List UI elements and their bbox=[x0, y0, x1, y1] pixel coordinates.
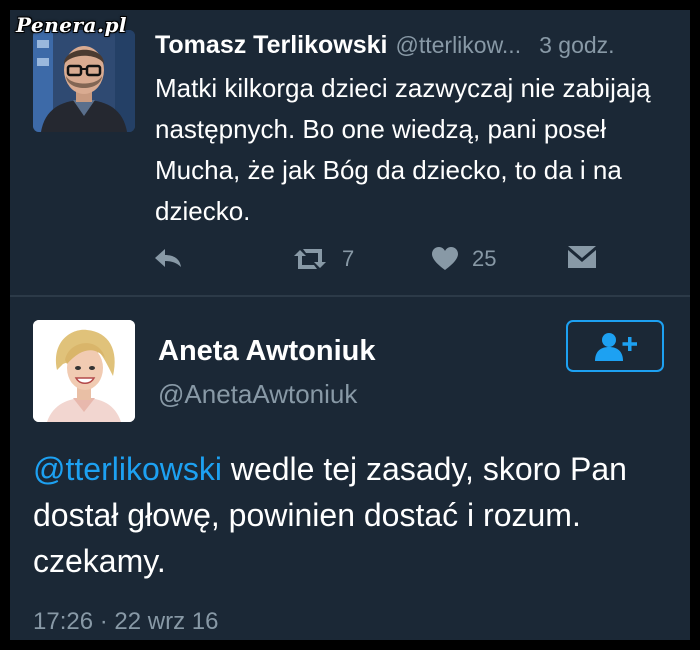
tweet-card: Tomasz Terlikowski @tterlikow... 3 godz. M… bbox=[10, 10, 690, 640]
retweet-icon bbox=[294, 249, 326, 269]
heart-icon bbox=[432, 247, 458, 270]
like-button[interactable]: 25 bbox=[432, 246, 496, 272]
divider bbox=[10, 295, 690, 297]
tweet2-timestamp[interactable]: 17:26 · 22 wrz 16 bbox=[33, 608, 218, 636]
envelope-icon bbox=[568, 246, 596, 268]
avatar-tomasz-terlikowski[interactable] bbox=[33, 30, 135, 132]
avatar-aneta-awtoniuk[interactable] bbox=[33, 320, 135, 422]
watermark-logo: Penera.pl bbox=[16, 13, 128, 37]
tweet1-handle[interactable]: @tterlikow... bbox=[395, 32, 521, 58]
add-user-icon bbox=[595, 333, 637, 361]
tweet1-time[interactable]: 3 godz. bbox=[539, 32, 614, 58]
reply-icon bbox=[155, 249, 181, 267]
direct-message-button[interactable] bbox=[568, 246, 596, 268]
mention-link[interactable]: @tterlikowski bbox=[33, 451, 222, 487]
tweet2-handle[interactable]: @AnetaAwtoniuk bbox=[158, 379, 357, 410]
tweet1-actions: 7 25 bbox=[10, 246, 690, 276]
tweet1-text: Matki kilkorga dzieci zazwyczaj nie zabi… bbox=[155, 73, 651, 226]
tweet2-text: @tterlikowski wedle tej zasady, skoro Pa… bbox=[33, 446, 673, 584]
tweet2-author-name[interactable]: Aneta Awtoniuk bbox=[158, 335, 376, 368]
follow-button[interactable] bbox=[566, 320, 664, 372]
retweet-count: 7 bbox=[342, 246, 355, 271]
like-count: 25 bbox=[472, 246, 497, 271]
tweet1-header: Tomasz Terlikowski @tterlikow... 3 godz. bbox=[155, 31, 615, 60]
retweet-button[interactable]: 7 bbox=[292, 246, 354, 272]
reply-button[interactable] bbox=[153, 246, 183, 270]
tweet1-author-name[interactable]: Tomasz Terlikowski bbox=[155, 31, 387, 59]
